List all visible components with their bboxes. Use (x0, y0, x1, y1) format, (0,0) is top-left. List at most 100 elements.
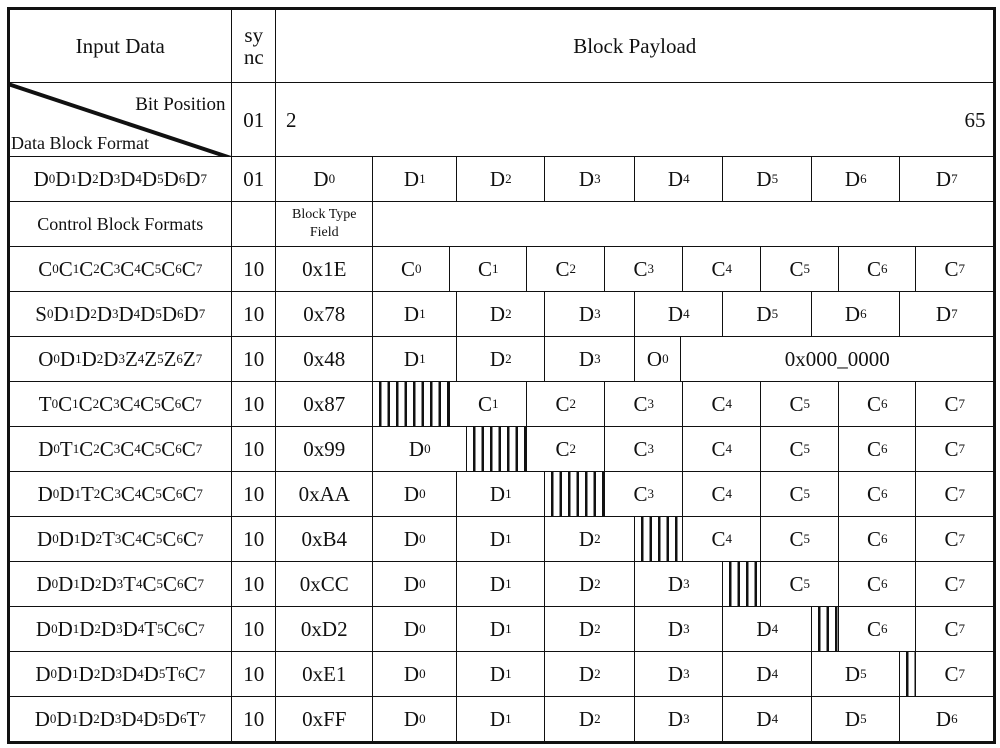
end-bit: 65 (964, 107, 986, 132)
terminate-hatch-field (544, 471, 606, 518)
terminate-hatch-field (811, 606, 840, 653)
control-row-format: D0D1D2T3C4C5C6C7 (8, 516, 233, 563)
control-row-field: C7 (915, 516, 995, 563)
data-row-field: D1 (372, 156, 458, 203)
control-row-sync: 10 (231, 246, 277, 293)
control-row-field: D1 (372, 291, 458, 338)
control-row-field: C6 (838, 471, 917, 518)
control-row-field: C2 (526, 381, 606, 428)
control-row-field: D0 (372, 606, 458, 653)
terminate-hatch-field (372, 381, 451, 428)
control-row-field: C7 (915, 381, 995, 428)
control-row-field: C5 (760, 516, 840, 563)
control-row-format: S0D1D2D3D4D5D6D7 (8, 291, 233, 338)
control-row-field: D1 (456, 606, 546, 653)
control-row-field: C2 (526, 426, 606, 473)
control-row-field: C2 (526, 246, 606, 293)
control-row-field: D3 (634, 696, 724, 743)
control-row-field: C6 (838, 426, 917, 473)
control-row-block-type: 0xAA (275, 471, 374, 518)
control-row-field: D1 (456, 471, 546, 518)
control-row-field: C6 (838, 246, 917, 293)
control-row-sync: 10 (231, 426, 277, 473)
control-row-field: C3 (604, 246, 684, 293)
control-row-field: C3 (604, 426, 684, 473)
control-row-field: D0 (372, 471, 458, 518)
control-row-field: C0 (372, 246, 451, 293)
control-row-field: C4 (682, 471, 762, 518)
control-row-field: C7 (915, 561, 995, 608)
control-row-field: C7 (915, 471, 995, 518)
control-row-field: D5 (722, 291, 813, 338)
control-row-block-type: 0xD2 (275, 606, 374, 653)
control-row-field: C5 (760, 246, 840, 293)
control-row-field: C5 (760, 471, 840, 518)
control-row-field: C3 (604, 381, 684, 428)
control-row-field: D1 (456, 561, 546, 608)
control-row-field: D0 (372, 696, 458, 743)
control-row-field: D3 (634, 561, 724, 608)
control-row-format: D0D1D2D3D4D5T6C7 (8, 651, 233, 698)
control-row-field: D2 (544, 651, 636, 698)
control-row-field: D4 (722, 651, 813, 698)
data-row-field: D3 (544, 156, 636, 203)
control-row-field: C6 (838, 516, 917, 563)
control-row-field: C3 (604, 471, 684, 518)
control-row-field: D2 (544, 696, 636, 743)
control-row-sync: 10 (231, 606, 277, 653)
control-row-field: D1 (456, 696, 546, 743)
control-row-format: D0D1D2D3D4T5C6C7 (8, 606, 233, 653)
data-row-field: D5 (722, 156, 813, 203)
control-row-block-type: 0x78 (275, 291, 374, 338)
control-row-block-type: 0xE1 (275, 651, 374, 698)
control-row-sync: 10 (231, 291, 277, 338)
control-row-field: D3 (544, 336, 636, 383)
block-format-table: Input Data sy nc Block Payload Bit Position D… (0, 0, 1000, 748)
header-sync: sy nc (231, 8, 277, 84)
control-block-formats-label: Control Block Formats (8, 201, 233, 248)
control-row-block-type: 0x99 (275, 426, 374, 473)
control-row-format: D0D1T2C3C4C5C6C7 (8, 471, 233, 518)
control-row-field: D0 (372, 516, 458, 563)
control-row-field: D3 (634, 651, 724, 698)
control-row-block-type: 0xFF (275, 696, 374, 743)
control-row-field: D0 (372, 651, 458, 698)
control-row-field: D7 (899, 291, 995, 338)
control-row-field: D4 (722, 696, 813, 743)
terminate-hatch-field (722, 561, 762, 608)
control-row-field: C5 (760, 381, 840, 428)
control-row-block-type: 0x1E (275, 246, 374, 293)
data-row-field: D2 (456, 156, 546, 203)
bit-position-label: Bit Position (135, 94, 226, 115)
control-row-sync: 10 (231, 696, 277, 743)
control-row-format: O0D1D2D3Z4Z5Z6Z7 (8, 336, 233, 383)
control-row-field: D1 (456, 651, 546, 698)
start-bit: 2 (286, 107, 297, 132)
control-header-sync (231, 201, 277, 248)
control-row-block-type: 0x48 (275, 336, 374, 383)
control-row-format: T0C1C2C3C4C5C6C7 (8, 381, 233, 428)
control-row-field: D0 (372, 426, 468, 473)
bit-position-range: 2 65 (275, 82, 995, 158)
control-row-field: D2 (544, 516, 636, 563)
control-row-format: D0D1D2D3T4C5C6C7 (8, 561, 233, 608)
control-row-sync: 10 (231, 336, 277, 383)
control-row-field: D3 (634, 606, 724, 653)
bit-position-sync: 01 (231, 82, 277, 158)
header-input-data: Input Data (8, 8, 233, 84)
control-row-field: D4 (634, 291, 724, 338)
control-row-field: C6 (838, 606, 917, 653)
control-row-field: C1 (449, 381, 528, 428)
control-row-field: C7 (915, 606, 995, 653)
block-type-field-header: Block Type Field (275, 201, 374, 248)
data-row-format: D0D1D2D3D4D5D6D7 (8, 156, 233, 203)
terminate-hatch-field (899, 651, 917, 698)
control-row-field: D0 (372, 561, 458, 608)
control-row-block-type: 0x87 (275, 381, 374, 428)
control-row-field: 0x000_0000 (680, 336, 995, 383)
control-row-field: C4 (682, 381, 762, 428)
data-row-sync: 01 (231, 156, 277, 203)
data-row-field: D4 (634, 156, 724, 203)
control-row-field: D6 (811, 291, 901, 338)
control-row-field: C6 (838, 381, 917, 428)
